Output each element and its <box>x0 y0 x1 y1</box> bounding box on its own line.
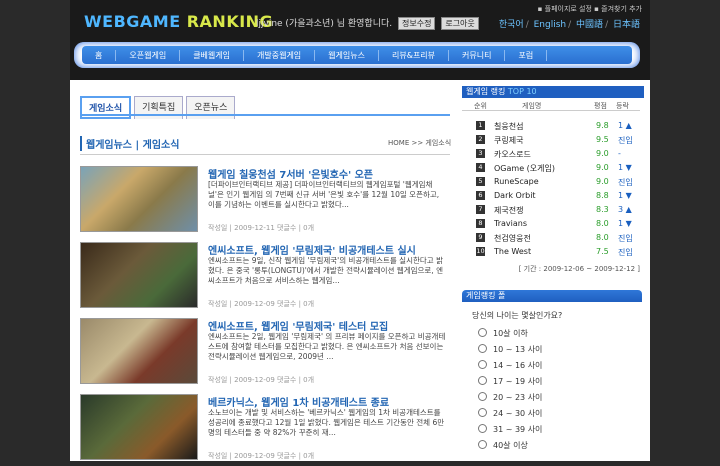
poll-header: 게임랭킹 폴 <box>462 290 642 302</box>
article-summary: 엔씨소프트는 9일, 신작 웹게임 '무림제국'의 비공개테스트를 실시한다고 … <box>208 256 443 285</box>
article-meta: 작성일 | 2009-12-09 댓글수 | 0개 <box>208 300 315 308</box>
logout-button[interactable]: 로그아웃 <box>441 17 479 30</box>
nav-open-webgame[interactable]: 오픈웹게임 <box>116 49 181 61</box>
poll-option[interactable]: 40살 이상 <box>478 440 528 451</box>
article-meta: 작성일 | 2009-12-11 댓글수 | 0개 <box>208 224 315 232</box>
ranking-period: [ 기간 : 2009-12-06 ~ 2009-12-12 ] <box>518 265 640 273</box>
radio-button[interactable] <box>478 360 487 369</box>
nav-forum[interactable]: 포럼 <box>505 49 548 61</box>
radio-button[interactable] <box>478 376 487 385</box>
tab-divider <box>80 114 450 116</box>
article-title[interactable]: 베르카닉스, 웹게임 1차 비공개테스트 종료 <box>208 394 389 409</box>
article-summary: 소노브이는 개발 및 서비스하는 '베르카닉스' 웹게임의 1차 비공개테스트를… <box>208 408 445 437</box>
nav-closed-beta[interactable]: 클베웹게임 <box>180 49 244 61</box>
article-title[interactable]: 엔씨소프트, 웹게임 '무림제국' 비공개테스트 실시 <box>208 242 416 257</box>
radio-button[interactable] <box>478 440 487 449</box>
breadcrumb[interactable]: HOME >> 게임소식 <box>388 138 451 148</box>
ranking-header: 웹게임 랭킹 TOP 10 <box>462 86 644 98</box>
article-thumbnail[interactable] <box>80 166 198 232</box>
article-thumbnail[interactable] <box>80 318 198 384</box>
nav-webgame-news[interactable]: 웹게임뉴스 <box>315 49 379 61</box>
nav-review-preview[interactable]: 리뷰&프리뷰 <box>379 49 450 61</box>
poll-option[interactable]: 14 ~ 16 사이 <box>478 360 542 371</box>
article-thumbnail[interactable] <box>80 242 198 308</box>
poll-option[interactable]: 31 ~ 39 사이 <box>478 424 542 435</box>
nav-home[interactable]: 홈 <box>82 49 117 61</box>
ranking-column-headers: 순위 게임명 평점 등락 <box>462 100 640 111</box>
ranking-row[interactable]: 6 Dark Orbit 8.8 1 ▼ <box>462 190 640 202</box>
ranking-row[interactable]: 9 천검영웅전 8.0 진입 <box>462 232 640 244</box>
article-summary: 엔씨소프트는 2일, 웹게임 '무림제국' 의 프리뷰 페이지를 오픈하고 비공… <box>208 332 446 361</box>
article-item: 베르카닉스, 웹게임 1차 비공개테스트 종료 소노브이는 개발 및 서비스하는… <box>80 394 450 466</box>
section-title: 웹게임뉴스 | 게임소식 <box>80 136 179 151</box>
site-logo[interactable]: WEBGAME RANKING <box>84 12 273 31</box>
poll-question: 당신의 나이는 몇살인가요? <box>472 311 563 320</box>
divider <box>80 154 450 155</box>
ranking-row[interactable]: 7 제국전쟁 8.3 3 ▲ <box>462 204 640 216</box>
article-meta: 작성일 | 2009-12-09 댓글수 | 0개 <box>208 376 315 384</box>
main-nav: 홈 오픈웹게임 클베웹게임 개발중웹게임 웹게임뉴스 리뷰&프리뷰 커뮤니티 포… <box>74 42 640 68</box>
radio-button[interactable] <box>478 344 487 353</box>
lang-chinese[interactable]: 中國語 <box>576 20 603 30</box>
poll-option[interactable]: 20 ~ 23 사이 <box>478 392 542 403</box>
poll-option[interactable]: 10살 이하 <box>478 328 528 339</box>
top-links[interactable]: ▪ 플페이지로 설정 ▪ 즐겨찾기 추가 <box>538 4 642 14</box>
lang-korean[interactable]: 한국어 <box>499 20 524 30</box>
radio-button[interactable] <box>478 424 487 433</box>
welcome-message: ljjvine (가을과소년) 님 환영합니다. 정보수정 로그아웃 <box>256 16 479 30</box>
ranking-row[interactable]: 1 칠웅천섬 9.8 1 ▲ <box>462 120 640 132</box>
nav-in-development[interactable]: 개발중웹게임 <box>244 49 316 61</box>
article-item: 엔씨소프트, 웹게임 '무림제국' 비공개테스트 실시 엔씨소프트는 9일, 신… <box>80 242 450 314</box>
radio-button[interactable] <box>478 392 487 401</box>
edit-profile-button[interactable]: 정보수정 <box>398 17 436 30</box>
radio-button[interactable] <box>478 408 487 417</box>
article-title[interactable]: 웹게임 칠웅천섬 7서버 '은빛호수' 오픈 <box>208 166 373 181</box>
poll-option[interactable]: 17 ~ 19 사이 <box>478 376 542 387</box>
article-item: 엔씨소프트, 웹게임 '무림제국' 테스터 모집 엔씨소프트는 2일, 웹게임 … <box>80 318 450 390</box>
poll-option[interactable]: 10 ~ 13 사이 <box>478 344 542 355</box>
ranking-row[interactable]: 4 OGame (오게임) 9.0 1 ▼ <box>462 162 640 174</box>
article-meta: 작성일 | 2009-12-09 댓글수 | 0개 <box>208 452 315 460</box>
ranking-row[interactable]: 8 Travians 8.0 1 ▼ <box>462 218 640 230</box>
ranking-row[interactable]: 3 카오스로드 9.0- <box>462 148 640 160</box>
poll-option[interactable]: 24 ~ 30 사이 <box>478 408 542 419</box>
article-summary: [더파이브인터랙티브 제공] 더파이브인터랙티브의 웹게임포털 '웹게임채널'은… <box>208 180 440 209</box>
lang-japanese[interactable]: 日本語 <box>613 20 640 30</box>
article-item: 웹게임 칠웅천섬 7서버 '은빛호수' 오픈 [더파이브인터랙티브 제공] 더파… <box>80 166 450 238</box>
article-title[interactable]: 엔씨소프트, 웹게임 '무림제국' 테스터 모집 <box>208 318 388 333</box>
site-header: WEBGAME RANKING ljjvine (가을과소년) 님 환영합니다.… <box>70 0 650 80</box>
ranking-row[interactable]: 2 쿠링제국 9.5 진입 <box>462 134 640 146</box>
radio-button[interactable] <box>478 328 487 337</box>
page-frame: WEBGAME RANKING ljjvine (가을과소년) 님 환영합니다.… <box>70 0 650 461</box>
article-thumbnail[interactable] <box>80 394 198 460</box>
lang-english[interactable]: English <box>534 20 567 30</box>
nav-community[interactable]: 커뮤니티 <box>449 49 506 61</box>
language-selector: 한국어 / English / 中國語 / 日本語 <box>498 20 640 30</box>
ranking-row[interactable]: 5 RuneScape 9.0 진입 <box>462 176 640 188</box>
ranking-row[interactable]: 10 The West 7.5 진입 <box>462 246 640 258</box>
